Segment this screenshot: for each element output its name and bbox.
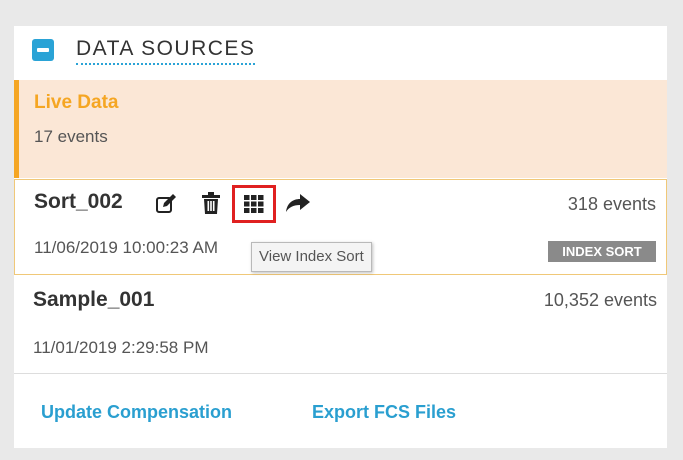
source-name: Live Data [34, 92, 119, 113]
panel-title[interactable]: DATA SOURCES [76, 37, 256, 65]
grid-icon [244, 195, 264, 213]
source-event-count: 17 events [34, 127, 108, 146]
index-sort-badge: INDEX SORT [548, 241, 656, 262]
export-fcs-files-link[interactable]: Export FCS Files [312, 402, 456, 423]
trash-icon[interactable] [202, 192, 220, 214]
source-date: 11/01/2019 2:29:58 PM [33, 338, 209, 357]
share-arrow-icon[interactable] [285, 193, 311, 213]
source-name: Sample_001 [33, 288, 155, 311]
edit-icon[interactable] [155, 193, 177, 215]
tooltip: View Index Sort [251, 242, 372, 272]
minus-bar [37, 48, 49, 52]
source-name: Sort_002 [34, 190, 123, 213]
collapse-icon[interactable] [32, 39, 54, 61]
update-compensation-link[interactable]: Update Compensation [41, 402, 232, 423]
source-event-count: 318 events [567, 194, 656, 214]
source-row-sample-001[interactable]: Sample_001 10,352 events 11/01/2019 2:29… [14, 276, 667, 374]
data-sources-panel: DATA SOURCES Live Data 17 events Sort_00… [14, 26, 667, 448]
view-index-sort-button[interactable] [232, 185, 276, 223]
source-event-count: 10,352 events [543, 290, 657, 310]
source-date: 11/06/2019 10:00:23 AM [34, 238, 219, 257]
source-row-live-data[interactable]: Live Data 17 events [14, 80, 667, 178]
panel-header: DATA SOURCES [14, 26, 667, 78]
